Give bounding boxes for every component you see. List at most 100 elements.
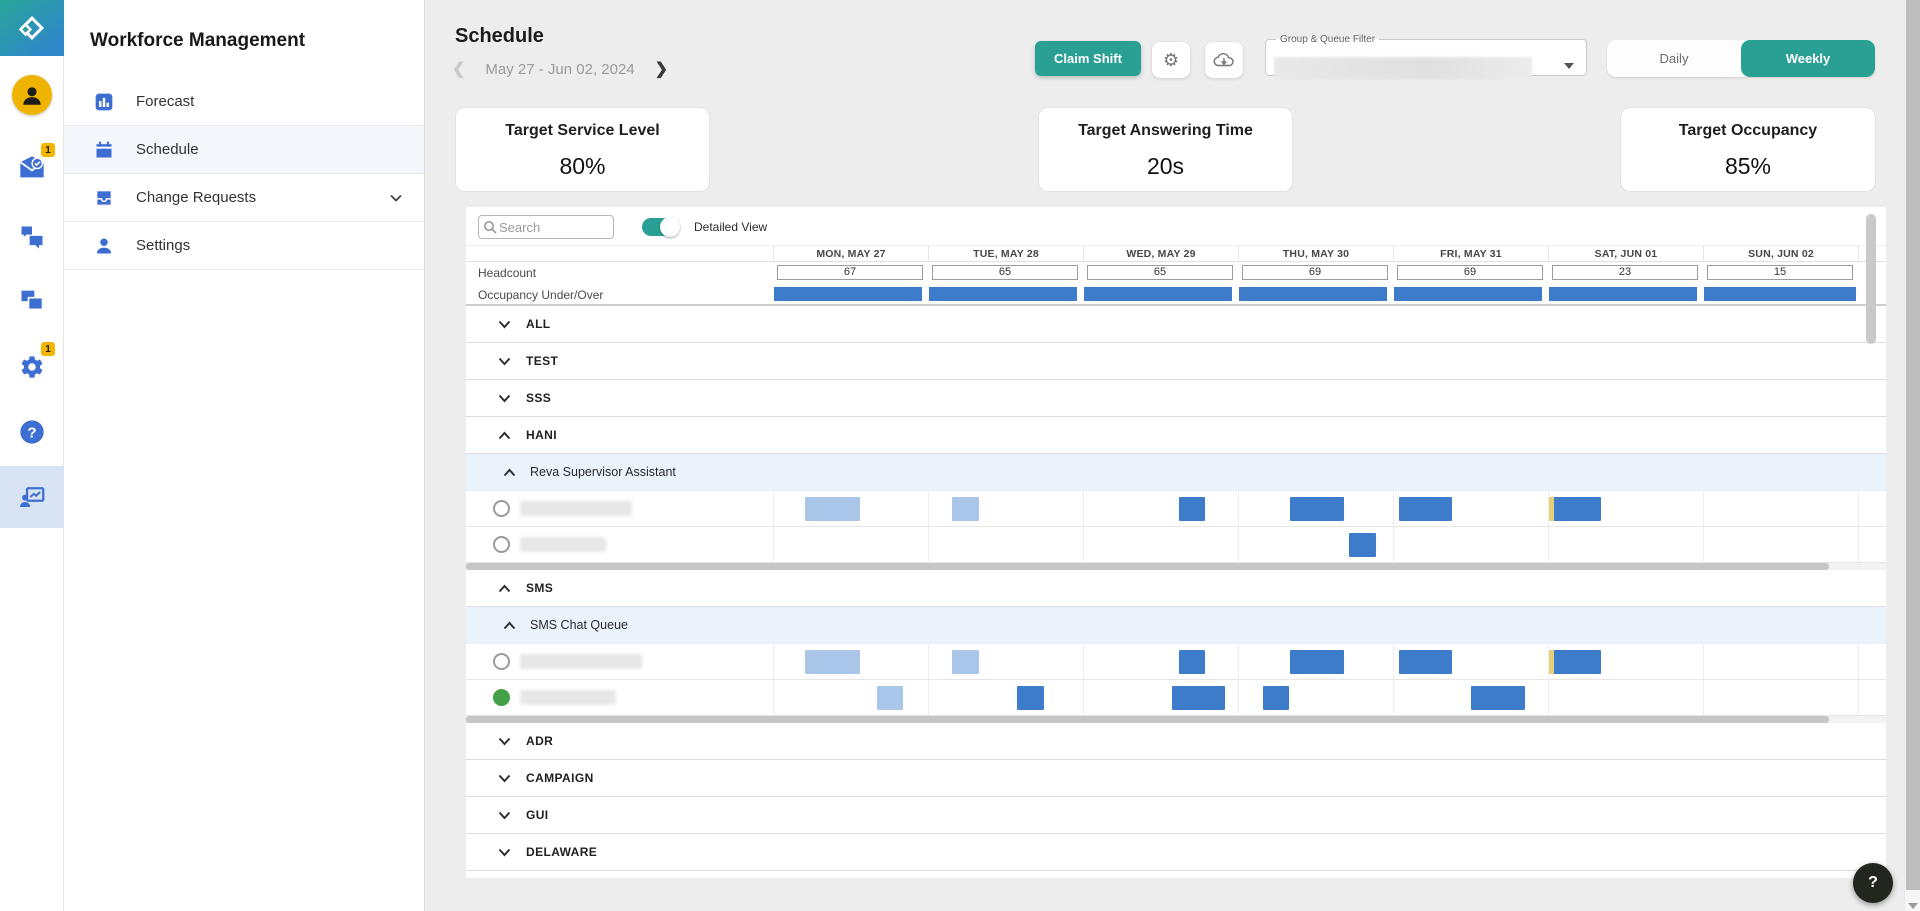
group-row-adr[interactable]: ADR [466,723,1886,760]
app-logo[interactable] [0,0,64,56]
chevron-down-icon [498,811,511,820]
group-row-delaware[interactable]: DELAWARE [466,834,1886,871]
agent-status-radio[interactable] [493,536,510,553]
group-row-gui[interactable]: GUI [466,797,1886,834]
rail-item-chat[interactable] [0,209,64,265]
rail-item-windows[interactable] [0,272,64,328]
shift-block[interactable] [1263,686,1289,710]
shift-block[interactable] [1471,686,1525,710]
scroll-down-arrow-icon[interactable] [1908,903,1918,909]
shift-block[interactable] [1549,497,1601,521]
shift-block[interactable] [1172,686,1225,710]
agent-status-radio[interactable] [493,653,510,670]
shift-block[interactable] [805,650,860,674]
agent-row[interactable] [466,491,1886,527]
claim-shift-button[interactable]: Claim Shift [1035,41,1141,76]
occupancy-bar [929,287,1077,301]
column-separator [1083,644,1084,679]
column-separator [1703,527,1704,562]
view-toggle-daily[interactable]: Daily [1607,40,1741,77]
agent-row[interactable] [466,680,1886,716]
agent-status-radio[interactable] [493,689,510,706]
column-separator [1858,527,1859,562]
sidebar-item-change-requests[interactable]: Change Requests [64,174,424,222]
agent-name-redacted [520,654,642,669]
view-toggle: Daily Weekly [1607,40,1875,77]
group-row-sms[interactable]: SMS [466,570,1886,607]
agent-row[interactable] [466,644,1886,680]
agent-row[interactable] [466,527,1886,563]
settings-badge: 1 [41,342,55,356]
shift-block[interactable] [1179,650,1205,674]
detailed-view-toggle[interactable] [642,218,678,236]
day-header-3: THU, MAY 30 [1238,246,1393,261]
group-label: CAMPAIGN [526,771,594,785]
page-scrollbar-thumb[interactable] [1906,0,1920,890]
headcount-value: 69 [1242,265,1388,280]
column-separator [1548,680,1549,715]
agent-status-radio[interactable] [493,500,510,517]
day-header-0: MON, MAY 27 [773,246,928,261]
horizontal-scrollbar[interactable] [466,716,1886,723]
shift-block[interactable] [1179,497,1205,521]
day-header-row: MON, MAY 27TUE, MAY 28WED, MAY 29THU, MA… [466,245,1886,262]
rail-item-profile[interactable] [0,67,64,123]
shift-block[interactable] [1017,686,1044,710]
chevron-down-icon[interactable] [390,194,402,202]
group-row-all[interactable]: ALL [466,306,1886,343]
group-row-hani[interactable]: HANI [466,417,1886,454]
svg-text:?: ? [27,424,36,441]
shift-block[interactable] [1290,650,1344,674]
shift-block[interactable] [1549,650,1601,674]
download-button[interactable] [1205,42,1243,78]
schedule-settings-button[interactable]: ⚙ [1152,42,1190,78]
search-input[interactable] [499,220,603,235]
shift-block[interactable] [952,497,979,521]
shift-block[interactable] [1399,650,1452,674]
shift-block[interactable] [1349,533,1376,557]
headcount-label: Headcount [478,266,536,280]
horizontal-scrollbar-thumb[interactable] [466,563,1829,570]
panel-vertical-scrollbar[interactable] [1866,214,1876,344]
subgroup-row[interactable]: Reva Supervisor Assistant [466,454,1886,491]
headcount-row: Headcount67656569692315 [466,262,1886,284]
shift-block[interactable] [1399,497,1452,521]
column-separator [1083,527,1084,562]
dropdown-caret-icon[interactable] [1564,63,1574,69]
rail-item-settings[interactable]: 1 [0,339,64,395]
day-header-end [1858,246,1859,261]
help-fab[interactable]: ? [1853,863,1893,903]
group-label: TEST [526,354,558,368]
horizontal-scrollbar[interactable] [466,563,1886,570]
view-toggle-weekly[interactable]: Weekly [1741,40,1875,77]
rail-item-agent-performance[interactable] [0,466,64,528]
shift-block[interactable] [877,686,903,710]
sidebar-item-forecast[interactable]: Forecast [64,78,424,126]
group-row-test[interactable]: TEST [466,343,1886,380]
group-label: ADR [526,734,553,748]
sidebar: Workforce Management Forecast Schedule [64,0,425,911]
sidebar-item-label: Schedule [136,141,199,158]
shift-block[interactable] [805,497,860,521]
group-queue-filter[interactable]: Group & Queue Filter [1265,34,1587,76]
subgroup-row[interactable]: SMS Chat Queue [466,607,1886,644]
gear-icon [17,352,47,382]
horizontal-scrollbar-thumb[interactable] [466,716,1829,723]
date-prev-button[interactable]: ❮ [452,62,465,78]
shift-block[interactable] [1290,497,1344,521]
group-row-sss[interactable]: SSS [466,380,1886,417]
sidebar-item-label: Forecast [136,93,194,110]
occupancy-bar [1549,287,1697,301]
sidebar-item-schedule[interactable]: Schedule [64,126,424,174]
date-next-button[interactable]: ❯ [655,62,668,78]
group-label: GUI [526,808,549,822]
kpi-label: Target Service Level [456,122,709,140]
group-row-campaign[interactable]: CAMPAIGN [466,760,1886,797]
agent-name-redacted [520,537,606,552]
page-scrollbar[interactable] [1904,0,1920,911]
sidebar-item-settings[interactable]: Settings [64,222,424,270]
rail-item-approvals[interactable]: 1 [0,140,64,196]
sidebar-item-label: Settings [136,237,190,254]
shift-block[interactable] [952,650,979,674]
rail-item-help[interactable]: ? [0,404,64,460]
